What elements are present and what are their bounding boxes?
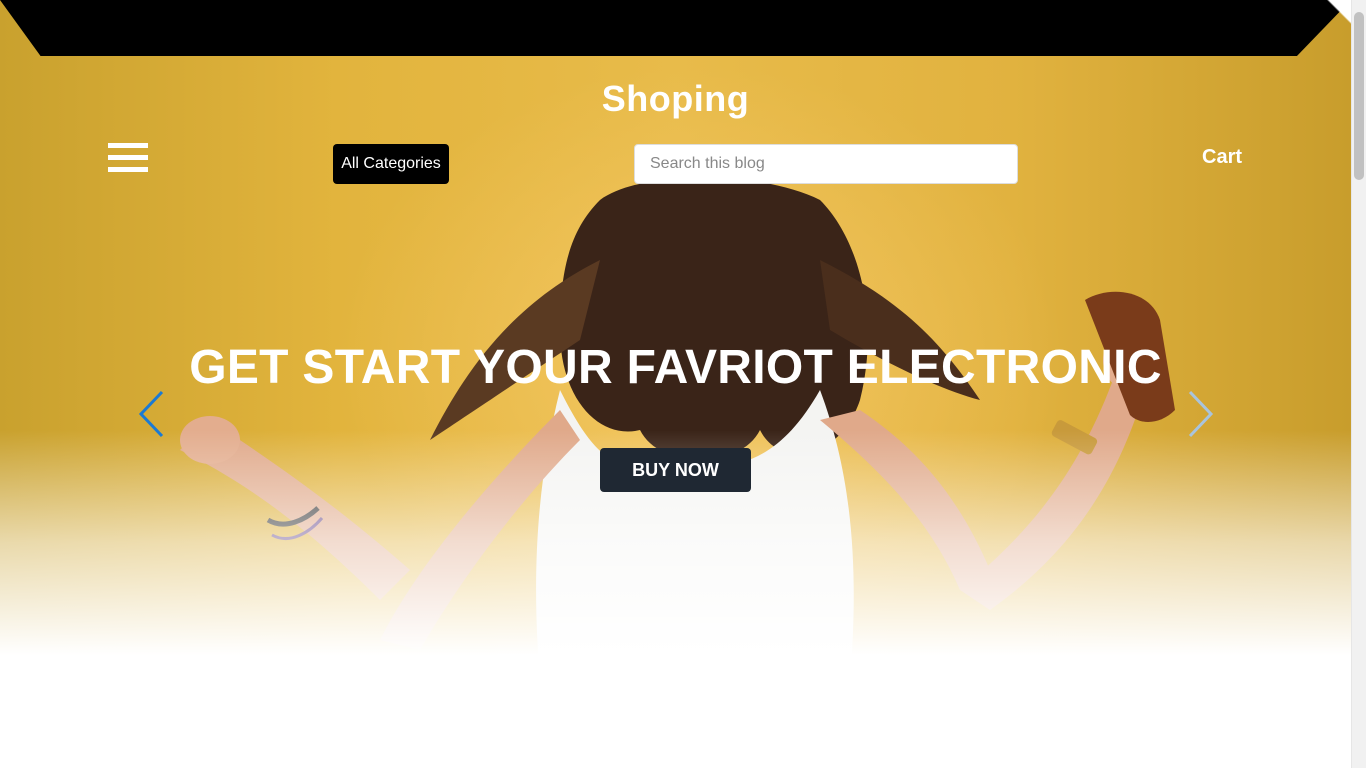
chevron-right-icon[interactable] (1185, 390, 1215, 438)
top-bar (0, 0, 1351, 56)
chevron-left-icon[interactable] (137, 390, 167, 438)
buy-now-button[interactable]: BUY NOW (600, 448, 751, 492)
page: Shoping All Categories Cart GET START YO… (0, 0, 1351, 768)
scrollbar-thumb[interactable] (1354, 12, 1364, 180)
hamburger-menu-icon[interactable] (108, 143, 148, 173)
search-input[interactable] (634, 144, 1018, 184)
page-scrollbar[interactable] (1351, 0, 1366, 768)
brand-title[interactable]: Shoping (0, 78, 1351, 120)
hero-headline: GET START YOUR FAVRIOT ELECTRONIC (189, 341, 1162, 394)
cart-link[interactable]: Cart (1202, 146, 1242, 169)
all-categories-button[interactable]: All Categories (333, 144, 449, 184)
top-bar-corner (1296, 0, 1351, 56)
